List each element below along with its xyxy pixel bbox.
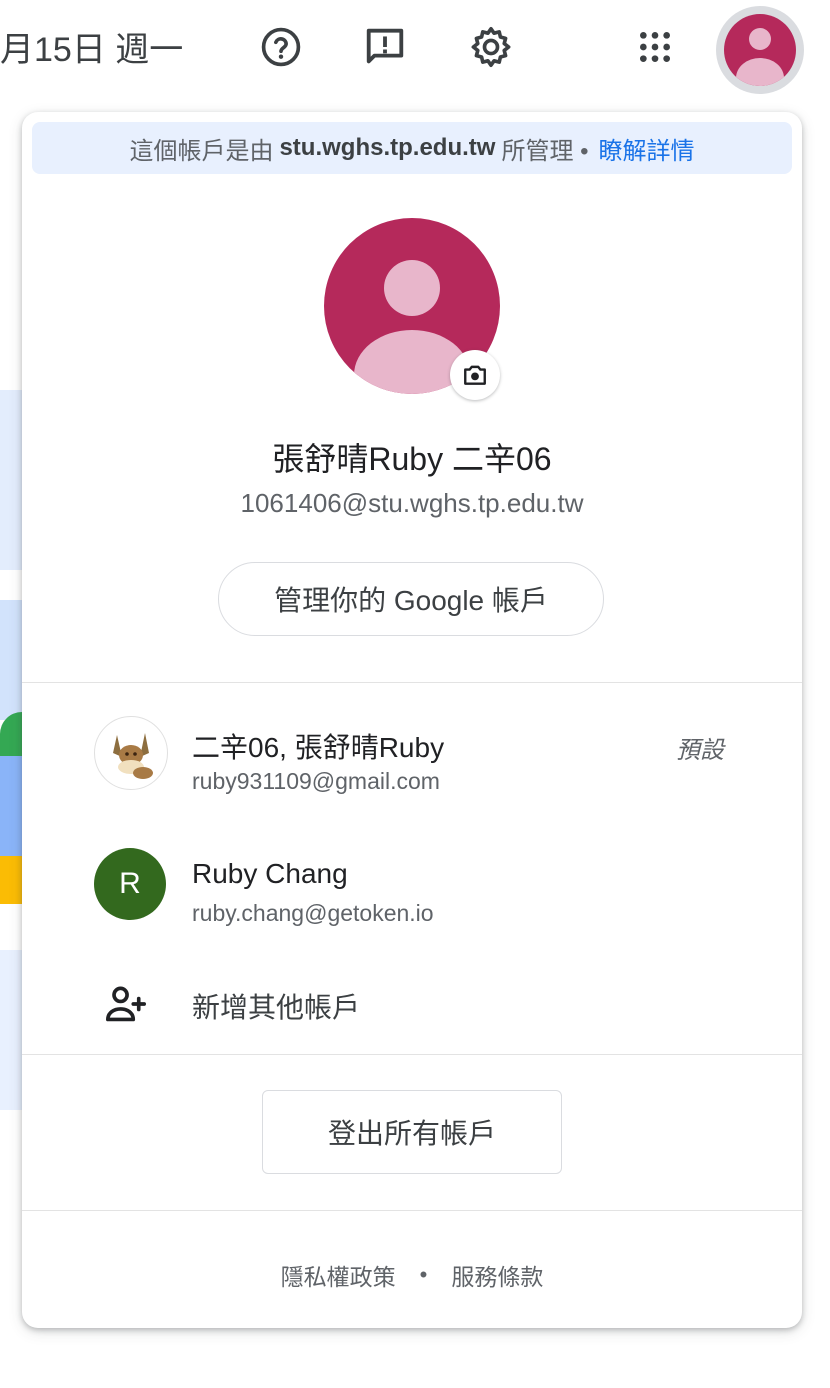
add-account-label: 新增其他帳戶 — [192, 992, 361, 1023]
account-avatar-button[interactable] — [716, 6, 804, 94]
account-email: ruby931109@gmail.com — [192, 768, 440, 794]
account-row-work[interactable]: R Ruby Chang ruby.chang@getoken.io — [22, 832, 802, 932]
date-label: 月15日 週一 — [0, 31, 184, 69]
add-person-icon — [106, 986, 146, 1022]
background-panel-blue — [0, 756, 22, 856]
help-icon[interactable] — [256, 22, 306, 72]
banner-prefix: 這個帳戶是由 — [129, 137, 274, 165]
background-panel-blue — [0, 390, 22, 570]
default-badge: 預設 — [676, 737, 724, 764]
feedback-icon[interactable] — [360, 22, 410, 72]
account-row-personal[interactable]: 二辛06, 張舒晴Ruby ruby931109@gmail.com 預設 — [22, 700, 802, 800]
banner-suffix: 所管理 • — [501, 137, 589, 165]
account-email: ruby.chang@getoken.io — [192, 900, 434, 926]
banner-domain: stu.wghs.tp.edu.tw — [279, 134, 496, 161]
divider — [22, 1210, 802, 1211]
privacy-policy-link[interactable]: 隱私權政策 — [281, 1258, 396, 1292]
background-panel-blue — [0, 600, 22, 720]
camera-icon — [464, 365, 486, 385]
avatar-initial: R — [119, 867, 141, 900]
account-name: Ruby Chang — [192, 858, 348, 889]
add-account-button[interactable]: 新增其他帳戶 — [22, 974, 802, 1034]
terms-of-service-link[interactable]: 服務條款 — [451, 1258, 543, 1292]
background-panel-blue — [0, 950, 22, 1110]
initial-avatar: R — [94, 848, 166, 920]
account-name: 二辛06, 張舒晴Ruby — [192, 732, 445, 763]
apps-grid-icon[interactable] — [630, 22, 680, 72]
change-photo-button[interactable] — [450, 350, 500, 400]
top-bar: 月15日 週一 — [0, 0, 830, 100]
popup-footer: 隱私權政策 • 服務條款 — [22, 1258, 802, 1292]
background-yellow-block — [0, 856, 22, 904]
settings-icon[interactable] — [466, 22, 516, 72]
divider — [22, 1054, 802, 1055]
avatar-icon — [724, 14, 796, 86]
manage-google-account-button[interactable]: 管理你的 Google 帳戶 — [218, 562, 604, 636]
sign-out-all-button[interactable]: 登出所有帳戶 — [262, 1090, 562, 1174]
managed-account-banner: 這個帳戶是由 stu.wghs.tp.edu.tw 所管理 • 瞭解詳情 — [32, 122, 792, 174]
account-popup: 這個帳戶是由 stu.wghs.tp.edu.tw 所管理 • 瞭解詳情 張舒晴… — [22, 112, 802, 1328]
footer-separator: • — [419, 1262, 428, 1287]
profile-email: 1061406@stu.wghs.tp.edu.tw — [240, 488, 584, 518]
learn-more-link[interactable]: 瞭解詳情 — [599, 131, 695, 166]
eevee-avatar — [94, 716, 168, 790]
profile-name: 張舒晴Ruby 二辛06 — [272, 441, 552, 477]
divider — [22, 682, 802, 683]
